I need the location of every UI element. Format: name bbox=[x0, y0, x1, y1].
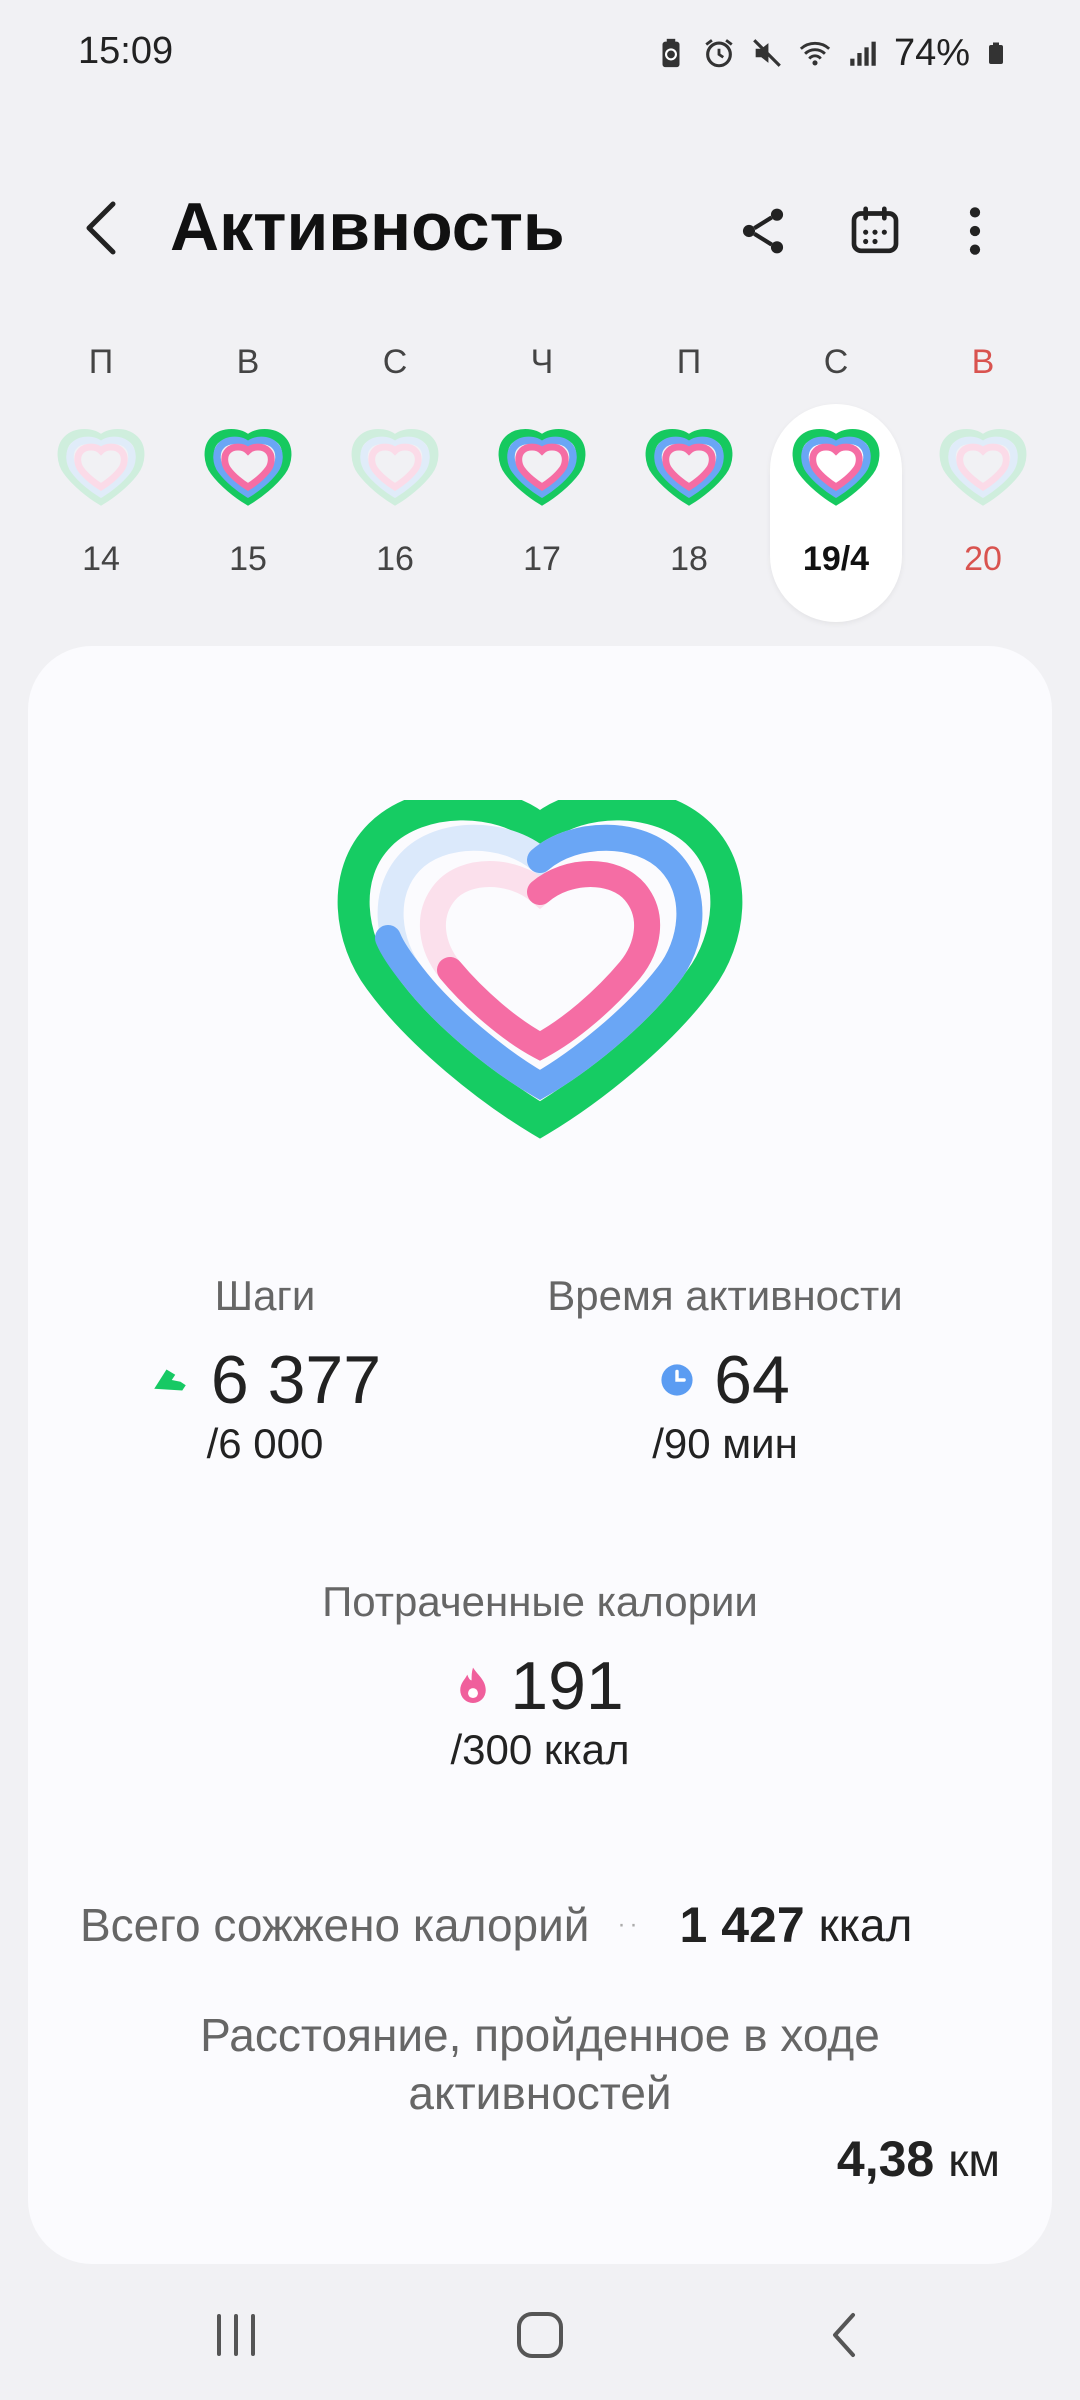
active-time-value: 64 bbox=[714, 1342, 790, 1418]
day-letter: С bbox=[823, 343, 849, 381]
shoe-icon bbox=[154, 1369, 186, 1391]
alarm-icon bbox=[705, 39, 733, 68]
calendar-button[interactable] bbox=[840, 196, 910, 266]
calories-stat[interactable]: Потраченные калории 191 /300 ккал bbox=[290, 1578, 790, 1774]
day-2[interactable]: В 15 bbox=[185, 342, 311, 579]
distance-value: 4,38 bbox=[836, 2131, 935, 2187]
day-ring-icon bbox=[38, 412, 164, 522]
steps-goal: /6 000 bbox=[206, 1420, 324, 1467]
recents-icon bbox=[217, 2314, 255, 2356]
clock-icon bbox=[661, 1364, 693, 1396]
share-button[interactable] bbox=[728, 196, 798, 266]
distance-row: 4,38 км bbox=[837, 2130, 1000, 2188]
battery-percent: 74% bbox=[893, 31, 970, 74]
calories-goal: /300 ккал bbox=[450, 1726, 630, 1773]
day-number: 17 bbox=[523, 540, 561, 578]
day-letter: Ч bbox=[530, 343, 554, 381]
day-ring-icon bbox=[626, 412, 752, 522]
more-vertical-icon bbox=[969, 207, 981, 255]
steps-stat[interactable]: Шаги 6 377 /6 000 bbox=[120, 1272, 410, 1468]
battery-saver-icon bbox=[662, 38, 680, 68]
more-options-button[interactable] bbox=[940, 196, 1010, 266]
day-number: 19/4 bbox=[802, 540, 870, 578]
nav-home-button[interactable] bbox=[490, 2300, 590, 2370]
day-number: 16 bbox=[376, 540, 414, 578]
flame-icon bbox=[460, 1667, 487, 1703]
day-number: 15 bbox=[229, 540, 267, 578]
total-calories-row: Всего сожжено калорий ·· 1 427 ккал bbox=[80, 1896, 1002, 1954]
calories-label: Потраченные калории bbox=[322, 1578, 758, 1625]
day-6[interactable]: С 19/4 bbox=[773, 342, 899, 579]
day-ring-icon bbox=[479, 412, 605, 522]
chevron-left-icon bbox=[86, 201, 116, 255]
total-calories-label: Всего сожжено калорий bbox=[80, 1899, 590, 1951]
active-time-label: Время активности bbox=[547, 1272, 903, 1319]
day-letter: П bbox=[88, 343, 114, 381]
day-1[interactable]: П 14 bbox=[38, 342, 164, 579]
nav-recents-button[interactable] bbox=[186, 2300, 286, 2370]
chevron-left-icon bbox=[833, 2313, 855, 2357]
day-ring-icon bbox=[773, 412, 899, 522]
day-number: 18 bbox=[670, 540, 708, 578]
day-number: 14 bbox=[82, 540, 120, 578]
mute-icon bbox=[753, 39, 781, 67]
day-letter: С bbox=[382, 343, 408, 381]
distance-unit: км bbox=[948, 2134, 1000, 2186]
status-time: 15:09 bbox=[78, 30, 174, 72]
dots-separator: ·· bbox=[617, 1911, 642, 1938]
battery-icon bbox=[989, 42, 1003, 64]
wifi-icon bbox=[799, 41, 831, 66]
total-calories-unit: ккал bbox=[818, 1899, 913, 1951]
day-7[interactable]: В 20 bbox=[920, 342, 1046, 579]
calendar-icon bbox=[851, 206, 899, 254]
day-number: 20 bbox=[964, 540, 1002, 578]
page-title: Активность bbox=[170, 189, 565, 265]
calories-value: 191 bbox=[510, 1648, 624, 1724]
day-letter: В bbox=[971, 343, 995, 381]
day-3[interactable]: С 16 bbox=[332, 342, 458, 579]
active-time-goal: /90 мин bbox=[652, 1420, 798, 1467]
day-5[interactable]: П 18 bbox=[626, 342, 752, 579]
status-icons: 74% bbox=[654, 28, 1008, 78]
signal-icon bbox=[850, 41, 876, 66]
day-ring-icon bbox=[920, 412, 1046, 522]
share-icon bbox=[742, 208, 784, 254]
activity-rings-heart bbox=[337, 800, 743, 1139]
day-ring-icon bbox=[332, 412, 458, 522]
back-button[interactable] bbox=[70, 190, 132, 266]
total-calories-value: 1 427 bbox=[679, 1897, 805, 1953]
home-icon bbox=[517, 2312, 563, 2358]
steps-value: 6 377 bbox=[210, 1342, 382, 1418]
day-4[interactable]: Ч 17 bbox=[479, 342, 605, 579]
day-letter: В bbox=[236, 343, 260, 381]
active-time-stat[interactable]: Время активности 64 /90 мин bbox=[520, 1272, 930, 1468]
day-letter: П bbox=[676, 343, 702, 381]
nav-back-button[interactable] bbox=[794, 2300, 894, 2370]
distance-label: Расстояние, пройденное в ходе активносте… bbox=[200, 2009, 880, 2119]
day-ring-icon bbox=[185, 412, 311, 522]
steps-label: Шаги bbox=[214, 1272, 316, 1319]
